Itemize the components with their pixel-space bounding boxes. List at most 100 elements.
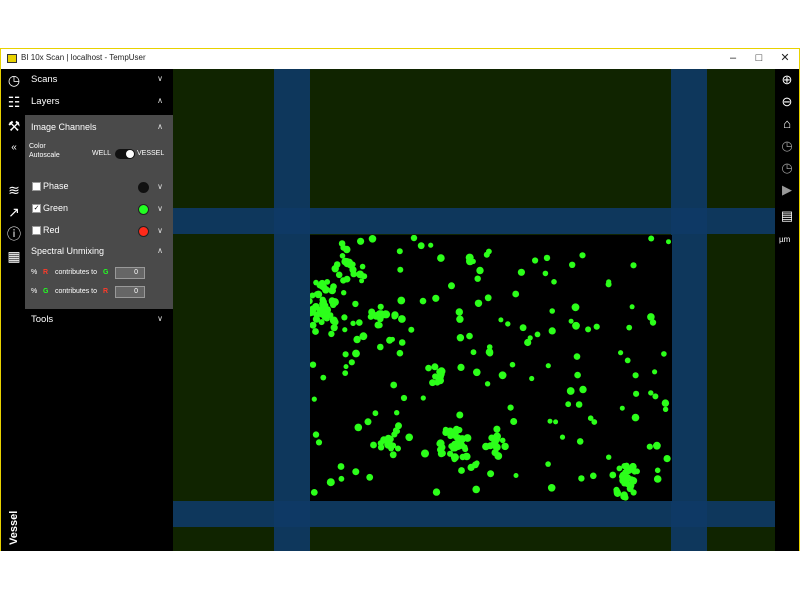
cell (428, 242, 434, 248)
cell (322, 304, 329, 311)
color-autoscale-label: Color Autoscale (29, 143, 60, 159)
cell (398, 339, 406, 346)
phase-checkbox[interactable] (32, 182, 41, 191)
cell (396, 248, 403, 255)
color-swatch[interactable] (138, 204, 149, 215)
cell (431, 363, 439, 371)
cell (648, 390, 654, 396)
section-scans[interactable]: Scans ∨ (27, 69, 173, 91)
cell (348, 359, 355, 366)
wrench-icon[interactable]: ⚒ (5, 117, 23, 135)
chevron-down-icon[interactable]: ∨ (157, 182, 163, 191)
cell (326, 478, 335, 487)
cell (529, 375, 535, 382)
play-icon[interactable]: ▶ (778, 181, 796, 199)
from-channel: R (43, 269, 49, 276)
cell (476, 266, 484, 275)
unmix-value-input[interactable]: 0 (115, 267, 145, 279)
cell (398, 315, 406, 323)
cell (486, 349, 494, 357)
cell (605, 281, 612, 288)
cell (559, 434, 566, 440)
cell (579, 385, 587, 394)
cell (487, 470, 495, 478)
cell (332, 319, 339, 326)
cell (494, 427, 500, 433)
sliders-icon[interactable]: ☷ (5, 93, 23, 111)
chevron-down-icon[interactable]: ∨ (157, 204, 163, 213)
collapse-icon[interactable]: « (5, 139, 23, 157)
history2-icon[interactable]: ◷ (778, 159, 796, 177)
cell (578, 475, 585, 482)
cell (419, 297, 427, 305)
cell (543, 254, 551, 262)
cell (367, 313, 374, 320)
cell (356, 270, 364, 279)
home-icon[interactable]: ⌂ (778, 115, 796, 133)
cell (394, 410, 400, 416)
unmix-value-input[interactable]: 0 (115, 286, 145, 298)
red-checkbox[interactable] (32, 226, 41, 235)
chevron-down-icon[interactable]: ∨ (157, 226, 163, 235)
section-layers[interactable]: Layers ∧ (27, 91, 173, 113)
cell (319, 283, 328, 291)
section-tools[interactable]: Tools ∨ (27, 309, 173, 331)
chevron-down-icon: ∨ (157, 74, 163, 83)
from-channel: G (43, 288, 49, 295)
cell (652, 393, 659, 400)
cell (368, 235, 377, 243)
right-toolbar: ⊕ ⊖ ⌂ ◷ ◷ ▶ ▤ µm (775, 69, 799, 551)
cell (421, 449, 429, 458)
info-icon[interactable]: ⓘ (5, 225, 23, 243)
cell (312, 315, 320, 323)
cell (654, 467, 661, 474)
cell (313, 279, 319, 286)
zoom-in-icon[interactable]: ⊕ (778, 71, 796, 89)
cell (466, 332, 473, 340)
cell (507, 404, 514, 411)
graph-icon[interactable]: ↗ (5, 203, 23, 221)
well-vessel-toggle[interactable] (115, 149, 135, 159)
graph-settings-icon[interactable]: ≋ (5, 181, 23, 199)
image-channels-header[interactable]: Image Channels ∧ (25, 117, 173, 137)
vessel-text: Vessel (8, 510, 20, 545)
spectral-unmixing-title: Spectral Unmixing (31, 246, 105, 256)
cell (527, 335, 533, 341)
cell (456, 334, 465, 342)
color-swatch[interactable] (138, 182, 149, 193)
cell (408, 326, 415, 333)
unit-label: µm (779, 235, 791, 244)
close-button[interactable]: ✕ (771, 51, 799, 66)
cell (377, 444, 385, 451)
cell (395, 445, 401, 452)
cell (629, 304, 635, 310)
spectral-unmixing-header[interactable]: Spectral Unmixing ∧ (25, 241, 173, 261)
image-icon[interactable]: ▦ (5, 247, 23, 265)
cell (432, 294, 440, 302)
cell (432, 488, 441, 496)
cell (573, 353, 581, 360)
cell (519, 324, 527, 332)
minimize-button[interactable]: – (719, 51, 747, 66)
cell (576, 438, 584, 445)
image-viewer[interactable] (173, 69, 775, 551)
cell (626, 324, 633, 331)
color-swatch[interactable] (138, 226, 149, 237)
cell (456, 411, 464, 419)
cell (661, 399, 670, 407)
cell (327, 312, 334, 318)
clock-icon[interactable]: ◷ (5, 71, 23, 89)
ruler-icon[interactable]: ▤ (778, 207, 796, 225)
green-checkbox[interactable]: ✓ (32, 204, 41, 213)
cell (547, 484, 556, 492)
cell (491, 438, 499, 446)
cell (310, 297, 313, 305)
history-icon[interactable]: ◷ (778, 137, 796, 155)
pct-label: % (31, 288, 38, 295)
cell (632, 372, 639, 379)
cell (357, 237, 365, 245)
maximize-button[interactable]: □ (745, 51, 773, 66)
cell (548, 327, 556, 335)
cell (609, 471, 617, 479)
zoom-out-icon[interactable]: ⊖ (778, 93, 796, 111)
